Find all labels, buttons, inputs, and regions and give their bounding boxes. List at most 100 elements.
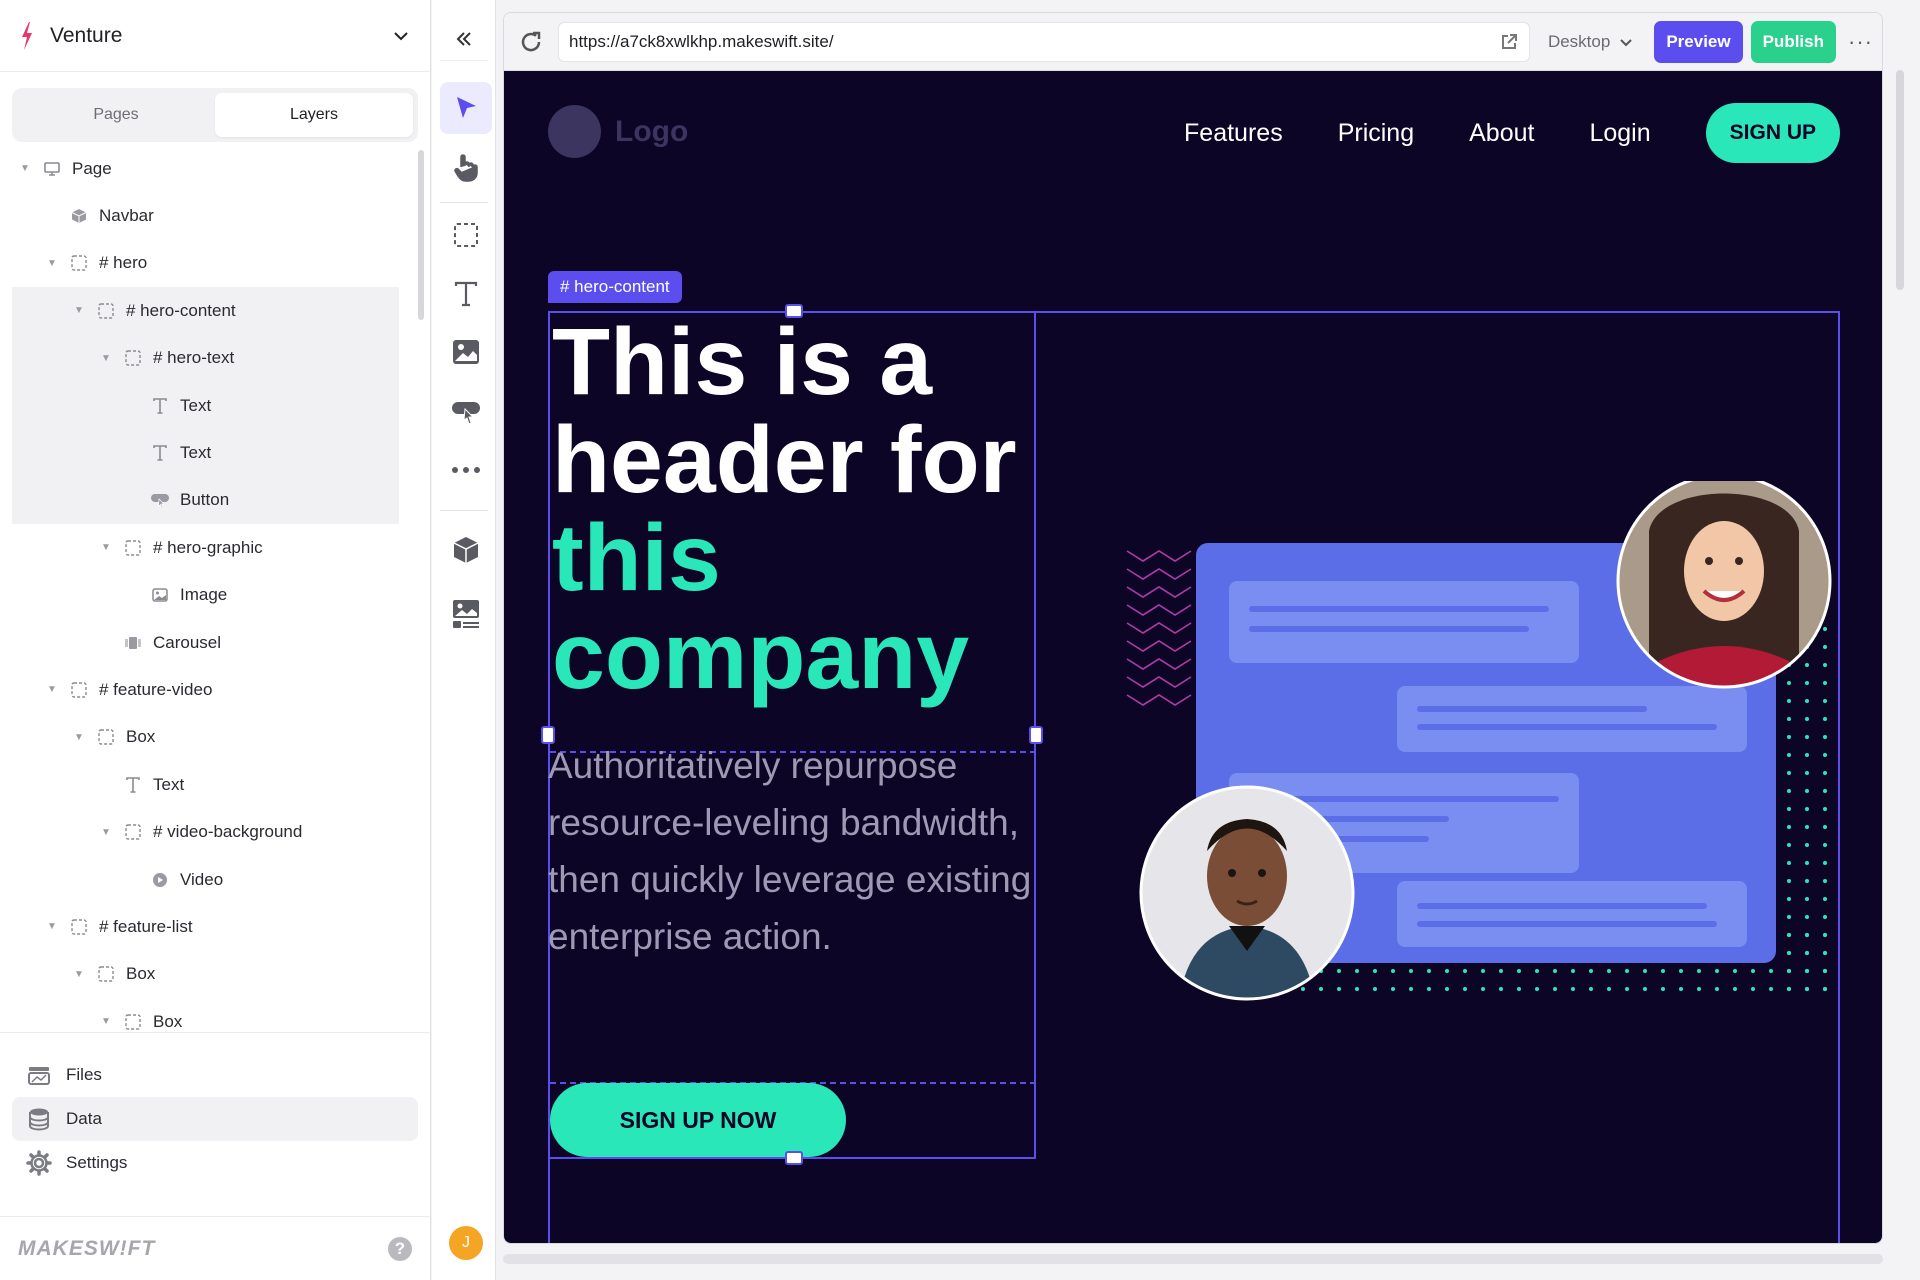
box-tool[interactable] — [440, 209, 492, 261]
layer-label: Navbar — [99, 206, 154, 226]
layer-row[interactable]: ▼ # video-background — [0, 808, 414, 855]
site-logo[interactable]: Logo — [548, 105, 688, 158]
carousel-icon — [123, 633, 143, 653]
hand-tool[interactable] — [440, 142, 492, 194]
layer-row[interactable]: ▼ # hero-text — [12, 334, 399, 382]
layer-row[interactable]: ▼ Page — [0, 145, 414, 192]
layer-row[interactable]: ▼Image — [0, 572, 414, 619]
canvas-horizontal-scrollbar[interactable] — [503, 1254, 1883, 1264]
logo-circle — [548, 105, 601, 158]
device-label: Desktop — [1547, 31, 1611, 51]
hero-headline[interactable]: This is a header for this company — [552, 313, 1052, 705]
hero-subheadline[interactable]: Authoritatively repurpose resource-level… — [548, 737, 1038, 965]
image-tool[interactable] — [440, 326, 492, 378]
layer-row[interactable]: ▼ # hero — [0, 240, 414, 287]
nav-signup-button[interactable]: SIGN UP — [1705, 103, 1840, 163]
canvas-vertical-scrollbar[interactable] — [1896, 70, 1904, 290]
box-icon — [96, 964, 116, 984]
panel-tabs: Pages Layers — [12, 88, 418, 142]
box-icon — [69, 917, 89, 937]
zigzag-decoration — [1126, 550, 1192, 706]
layer-row[interactable]: ▼ Box — [0, 951, 414, 998]
layer-row[interactable]: ▼Video — [0, 856, 414, 903]
expand-caret-icon[interactable]: ▼ — [74, 969, 84, 980]
url-bar[interactable]: https://a7ck8xwlkhp.makeswift.site/ — [558, 21, 1530, 62]
layers-scrollbar[interactable] — [418, 150, 424, 320]
tab-pages[interactable]: Pages — [17, 93, 215, 137]
expand-caret-icon[interactable]: ▼ — [47, 921, 57, 932]
text-icon — [150, 443, 170, 463]
nav-link-pricing[interactable]: Pricing — [1338, 119, 1414, 148]
layer-row[interactable]: ▼Carousel — [0, 619, 414, 666]
layer-row[interactable]: ▼ # hero-content — [12, 287, 399, 335]
components-tool[interactable] — [440, 524, 492, 576]
layer-label: Box — [126, 964, 156, 984]
select-tool[interactable] — [440, 82, 492, 134]
sidebar-footer: MAKESW!FT ? — [0, 1216, 430, 1280]
resize-handle-top[interactable] — [785, 304, 803, 318]
layer-label: Box — [153, 1011, 183, 1030]
button-tool[interactable] — [440, 386, 492, 438]
nav-settings[interactable]: Settings — [12, 1141, 418, 1185]
hero-cta-button[interactable]: SIGN UP NOW — [550, 1083, 846, 1157]
makeswift-bolt-icon — [22, 21, 32, 50]
resize-handle-left[interactable] — [541, 726, 555, 744]
layer-label: Text — [180, 443, 212, 463]
expand-caret-icon[interactable]: ▼ — [47, 258, 57, 269]
gallery-tool[interactable] — [440, 588, 492, 640]
layer-row[interactable]: ▼Navbar — [0, 192, 414, 239]
nav-data[interactable]: Data — [12, 1097, 418, 1141]
site-canvas[interactable]: Logo Features Pricing About Login SIGN U… — [504, 71, 1882, 1243]
url-text: https://a7ck8xwlkhp.makeswift.site/ — [569, 31, 834, 51]
layer-row[interactable]: ▼ Box — [0, 998, 414, 1030]
nav-link-about[interactable]: About — [1469, 119, 1534, 148]
open-external-icon[interactable] — [1499, 32, 1519, 52]
expand-caret-icon[interactable]: ▼ — [47, 684, 57, 695]
expand-caret-icon[interactable]: ▼ — [20, 163, 30, 174]
reload-icon[interactable] — [518, 29, 544, 55]
layer-row[interactable]: ▼ Box — [0, 714, 414, 761]
layer-label: Text — [153, 774, 185, 794]
user-avatar[interactable]: J — [449, 1226, 483, 1260]
expand-caret-icon[interactable]: ▼ — [101, 542, 111, 553]
gallery-icon — [453, 600, 479, 628]
hero-graphic-illustration — [1126, 481, 1839, 1001]
layer-row[interactable]: ▼Button — [12, 476, 399, 525]
selection-tag[interactable]: # hero-content — [548, 271, 682, 303]
text-tool[interactable] — [440, 268, 492, 320]
layer-row[interactable]: ▼ # feature-list — [0, 903, 414, 950]
tab-layers[interactable]: Layers — [215, 93, 413, 137]
more-options-button[interactable]: ··· — [1848, 29, 1872, 55]
site-name: Venture — [50, 23, 123, 47]
help-icon[interactable]: ? — [388, 1236, 412, 1261]
layer-row[interactable]: ▼Text — [12, 429, 399, 477]
expand-caret-icon[interactable]: ▼ — [101, 353, 111, 364]
more-tools[interactable] — [440, 444, 492, 496]
nav-link-login[interactable]: Login — [1589, 119, 1650, 148]
site-switcher[interactable]: Venture — [0, 0, 430, 72]
layer-row[interactable]: ▼Text — [0, 761, 414, 808]
publish-button[interactable]: Publish — [1750, 20, 1836, 63]
expand-caret-icon[interactable]: ▼ — [74, 305, 84, 316]
device-select[interactable]: Desktop — [1548, 32, 1634, 52]
video-icon — [150, 870, 170, 890]
expand-caret-icon[interactable]: ▼ — [101, 1016, 111, 1027]
layer-label: Button — [180, 490, 230, 510]
nav-link-features[interactable]: Features — [1184, 119, 1283, 148]
bottom-nav: Files Data Settings — [0, 1032, 430, 1185]
layer-row[interactable]: ▼Text — [12, 381, 399, 430]
layers-tree: ▼Page▼Navbar▼# hero▼# hero-content▼# her… — [0, 145, 414, 1030]
resize-handle-bottom[interactable] — [785, 1151, 803, 1165]
cube-icon — [453, 537, 479, 563]
preview-button[interactable]: Preview — [1654, 20, 1743, 63]
resize-handle-right[interactable] — [1029, 726, 1043, 744]
box-icon — [96, 727, 116, 747]
box-icon — [69, 680, 89, 700]
nav-files[interactable]: Files — [12, 1053, 418, 1097]
collapse-panel-button[interactable] — [440, 17, 488, 61]
expand-caret-icon[interactable]: ▼ — [74, 732, 84, 743]
layer-row[interactable]: ▼ # hero-graphic — [0, 524, 414, 571]
layer-row[interactable]: ▼ # feature-video — [0, 666, 414, 713]
expand-caret-icon[interactable]: ▼ — [101, 827, 111, 838]
tool-rail: J — [432, 0, 496, 1280]
